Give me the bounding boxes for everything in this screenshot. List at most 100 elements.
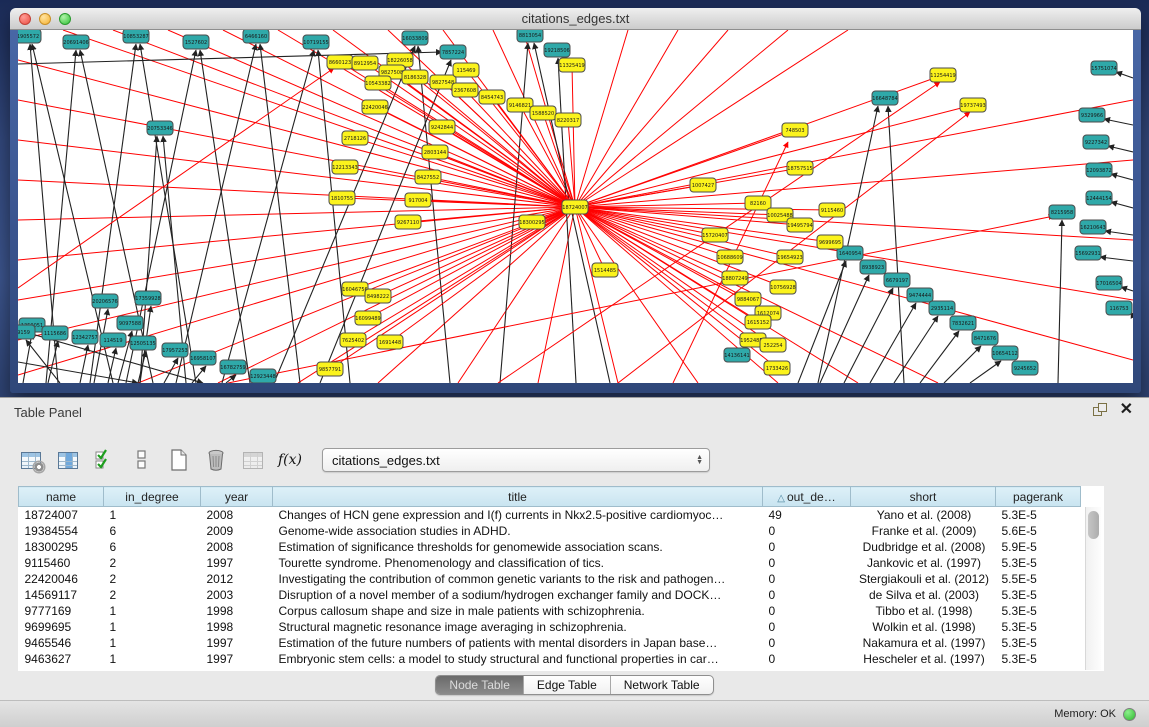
table-row[interactable]: 946362711997Embryonic stem cells: a mode… (19, 651, 1081, 667)
table-cell[interactable]: Tibbo et al. (1998) (851, 603, 996, 619)
table-cell[interactable]: 2012 (201, 571, 273, 587)
column-header-pagerank[interactable]: pagerank (996, 487, 1081, 507)
graph-node[interactable]: 9857791 (317, 362, 343, 376)
graph-node[interactable]: 10719155 (303, 35, 329, 49)
table-cell[interactable]: 0 (763, 635, 851, 651)
graph-node[interactable]: 18807249 (722, 271, 748, 285)
graph-node[interactable]: 16958107 (190, 351, 216, 365)
graph-node[interactable]: 12444154 (1086, 191, 1112, 205)
table-cell[interactable]: Disruption of a novel member of a sodium… (273, 587, 763, 603)
table-cell[interactable]: 5.6E-5 (996, 523, 1081, 539)
graph-node[interactable]: 22420046 (362, 100, 388, 114)
table-cell[interactable]: Changes of HCN gene expression and I(f) … (273, 507, 763, 523)
table-cell[interactable]: Estimation of significance thresholds fo… (273, 539, 763, 555)
table-cell[interactable]: Wolkin et al. (1998) (851, 619, 996, 635)
column-header-name[interactable]: name (19, 487, 104, 507)
vertical-scrollbar[interactable] (1085, 507, 1101, 670)
graph-node[interactable]: 2718126 (342, 131, 368, 145)
graph-node[interactable]: 2803144 (422, 145, 448, 159)
column-checklist-button[interactable] (90, 446, 120, 474)
table-cell[interactable]: Structural magnetic resonance image aver… (273, 619, 763, 635)
graph-node[interactable]: 15751074 (1091, 61, 1117, 75)
table-cell[interactable]: 9465546 (19, 635, 104, 651)
graph-node[interactable]: 17359928 (135, 291, 161, 305)
table-cell[interactable]: 1 (104, 635, 201, 651)
table-cell[interactable]: 0 (763, 603, 851, 619)
graph-node[interactable]: 39159 (18, 325, 35, 339)
tab-node-table[interactable]: Node Table (436, 676, 523, 694)
graph-node[interactable]: 748503 (782, 123, 808, 137)
graph-node[interactable]: 16210643 (1080, 220, 1106, 234)
graph-node[interactable]: 11254419 (930, 68, 956, 82)
table-cell[interactable]: 0 (763, 523, 851, 539)
graph-node[interactable]: 1733426 (764, 361, 790, 375)
graph-node[interactable]: 8454743 (479, 90, 505, 104)
table-row[interactable]: 969969511998Structural magnetic resonanc… (19, 619, 1081, 635)
table-cell[interactable]: 1 (104, 651, 201, 667)
table-cell[interactable]: 5.3E-5 (996, 619, 1081, 635)
graph-node[interactable]: 12923448 (250, 369, 276, 383)
column-header-out_de[interactable]: △out_de… (763, 487, 851, 507)
graph-node[interactable]: 1007427 (690, 178, 716, 192)
table-cell[interactable]: 6 (104, 523, 201, 539)
graph-node[interactable]: 20206576 (92, 294, 118, 308)
table-cell[interactable]: Embryonic stem cells: a model to study s… (273, 651, 763, 667)
float-panel-icon[interactable] (1093, 403, 1108, 417)
graph-node[interactable]: 8660123 (327, 55, 353, 69)
graph-node[interactable]: 16099489 (355, 311, 381, 325)
table-cell[interactable]: 1 (104, 619, 201, 635)
close-panel-icon[interactable]: ✕ (1120, 403, 1133, 417)
graph-node[interactable]: 1615152 (745, 315, 771, 329)
graph-node[interactable]: 9245652 (1012, 361, 1038, 375)
table-cell[interactable]: 22420046 (19, 571, 104, 587)
graph-node[interactable]: 8813054 (517, 30, 543, 42)
graph-node[interactable]: 8215958 (1049, 205, 1075, 219)
graph-node[interactable]: 82160 (745, 196, 771, 210)
graph-node[interactable]: 12342757 (72, 330, 98, 344)
graph-node[interactable]: 917004 (405, 193, 431, 207)
graph-node[interactable]: 18300295 (519, 215, 545, 229)
table-cell[interactable]: Jankovic et al. (1997) (851, 555, 996, 571)
graph-node[interactable]: 20691406 (63, 35, 89, 49)
table-cell[interactable]: 2008 (201, 539, 273, 555)
graph-node[interactable]: 11325419 (559, 58, 585, 72)
graph-node[interactable]: 9146821 (507, 98, 533, 112)
graph-node[interactable]: 1905572 (18, 30, 41, 43)
table-cell[interactable]: 5.9E-5 (996, 539, 1081, 555)
table-cell[interactable]: 5.3E-5 (996, 507, 1081, 523)
new-table-button[interactable] (164, 446, 194, 474)
graph-node[interactable]: 10853287 (123, 30, 149, 43)
table-cell[interactable]: 5.3E-5 (996, 587, 1081, 603)
graph-node[interactable]: 18757515 (787, 161, 813, 175)
table-cell[interactable]: 0 (763, 619, 851, 635)
column-header-year[interactable]: year (201, 487, 273, 507)
graph-node[interactable]: 1691448 (377, 335, 403, 349)
table-cell[interactable]: Investigating the contribution of common… (273, 571, 763, 587)
graph-node[interactable]: 9115460 (819, 203, 845, 217)
graph-node[interactable]: 1527602 (183, 35, 209, 49)
graph-node[interactable]: 9884067 (735, 292, 761, 306)
graph-node[interactable]: 14136141 (724, 348, 750, 362)
graph-node[interactable]: 17016504 (1096, 276, 1122, 290)
table-cell[interactable]: 0 (763, 555, 851, 571)
table-row[interactable]: 1938455462009Genome-wide association stu… (19, 523, 1081, 539)
network-canvas[interactable]: 1872400719055722069140610853287152760264… (18, 30, 1133, 383)
tab-network-table[interactable]: Network Table (610, 676, 713, 694)
network-graph-svg[interactable]: 1872400719055722069140610853287152760264… (18, 30, 1133, 383)
table-cell[interactable]: 9699695 (19, 619, 104, 635)
graph-node[interactable]: 1810755 (329, 191, 355, 205)
graph-node[interactable]: 16046756 (342, 282, 368, 296)
graph-node[interactable]: 16782759 (220, 360, 246, 374)
graph-node[interactable]: 1588520 (530, 106, 556, 120)
delete-button[interactable] (201, 446, 231, 474)
table-cell[interactable]: 5.3E-5 (996, 651, 1081, 667)
column-header-in_degree[interactable]: in_degree (104, 487, 201, 507)
table-cell[interactable]: 1997 (201, 651, 273, 667)
graph-node[interactable]: 15720407 (702, 228, 728, 242)
graph-node[interactable]: 7857224 (440, 45, 466, 59)
table-cell[interactable]: 9777169 (19, 603, 104, 619)
table-cell[interactable]: de Silva et al. (2003) (851, 587, 996, 603)
graph-node[interactable]: 8220317 (555, 113, 581, 127)
graph-node[interactable]: 12505135 (130, 336, 156, 350)
function-builder-button[interactable]: f(x) (275, 446, 305, 474)
